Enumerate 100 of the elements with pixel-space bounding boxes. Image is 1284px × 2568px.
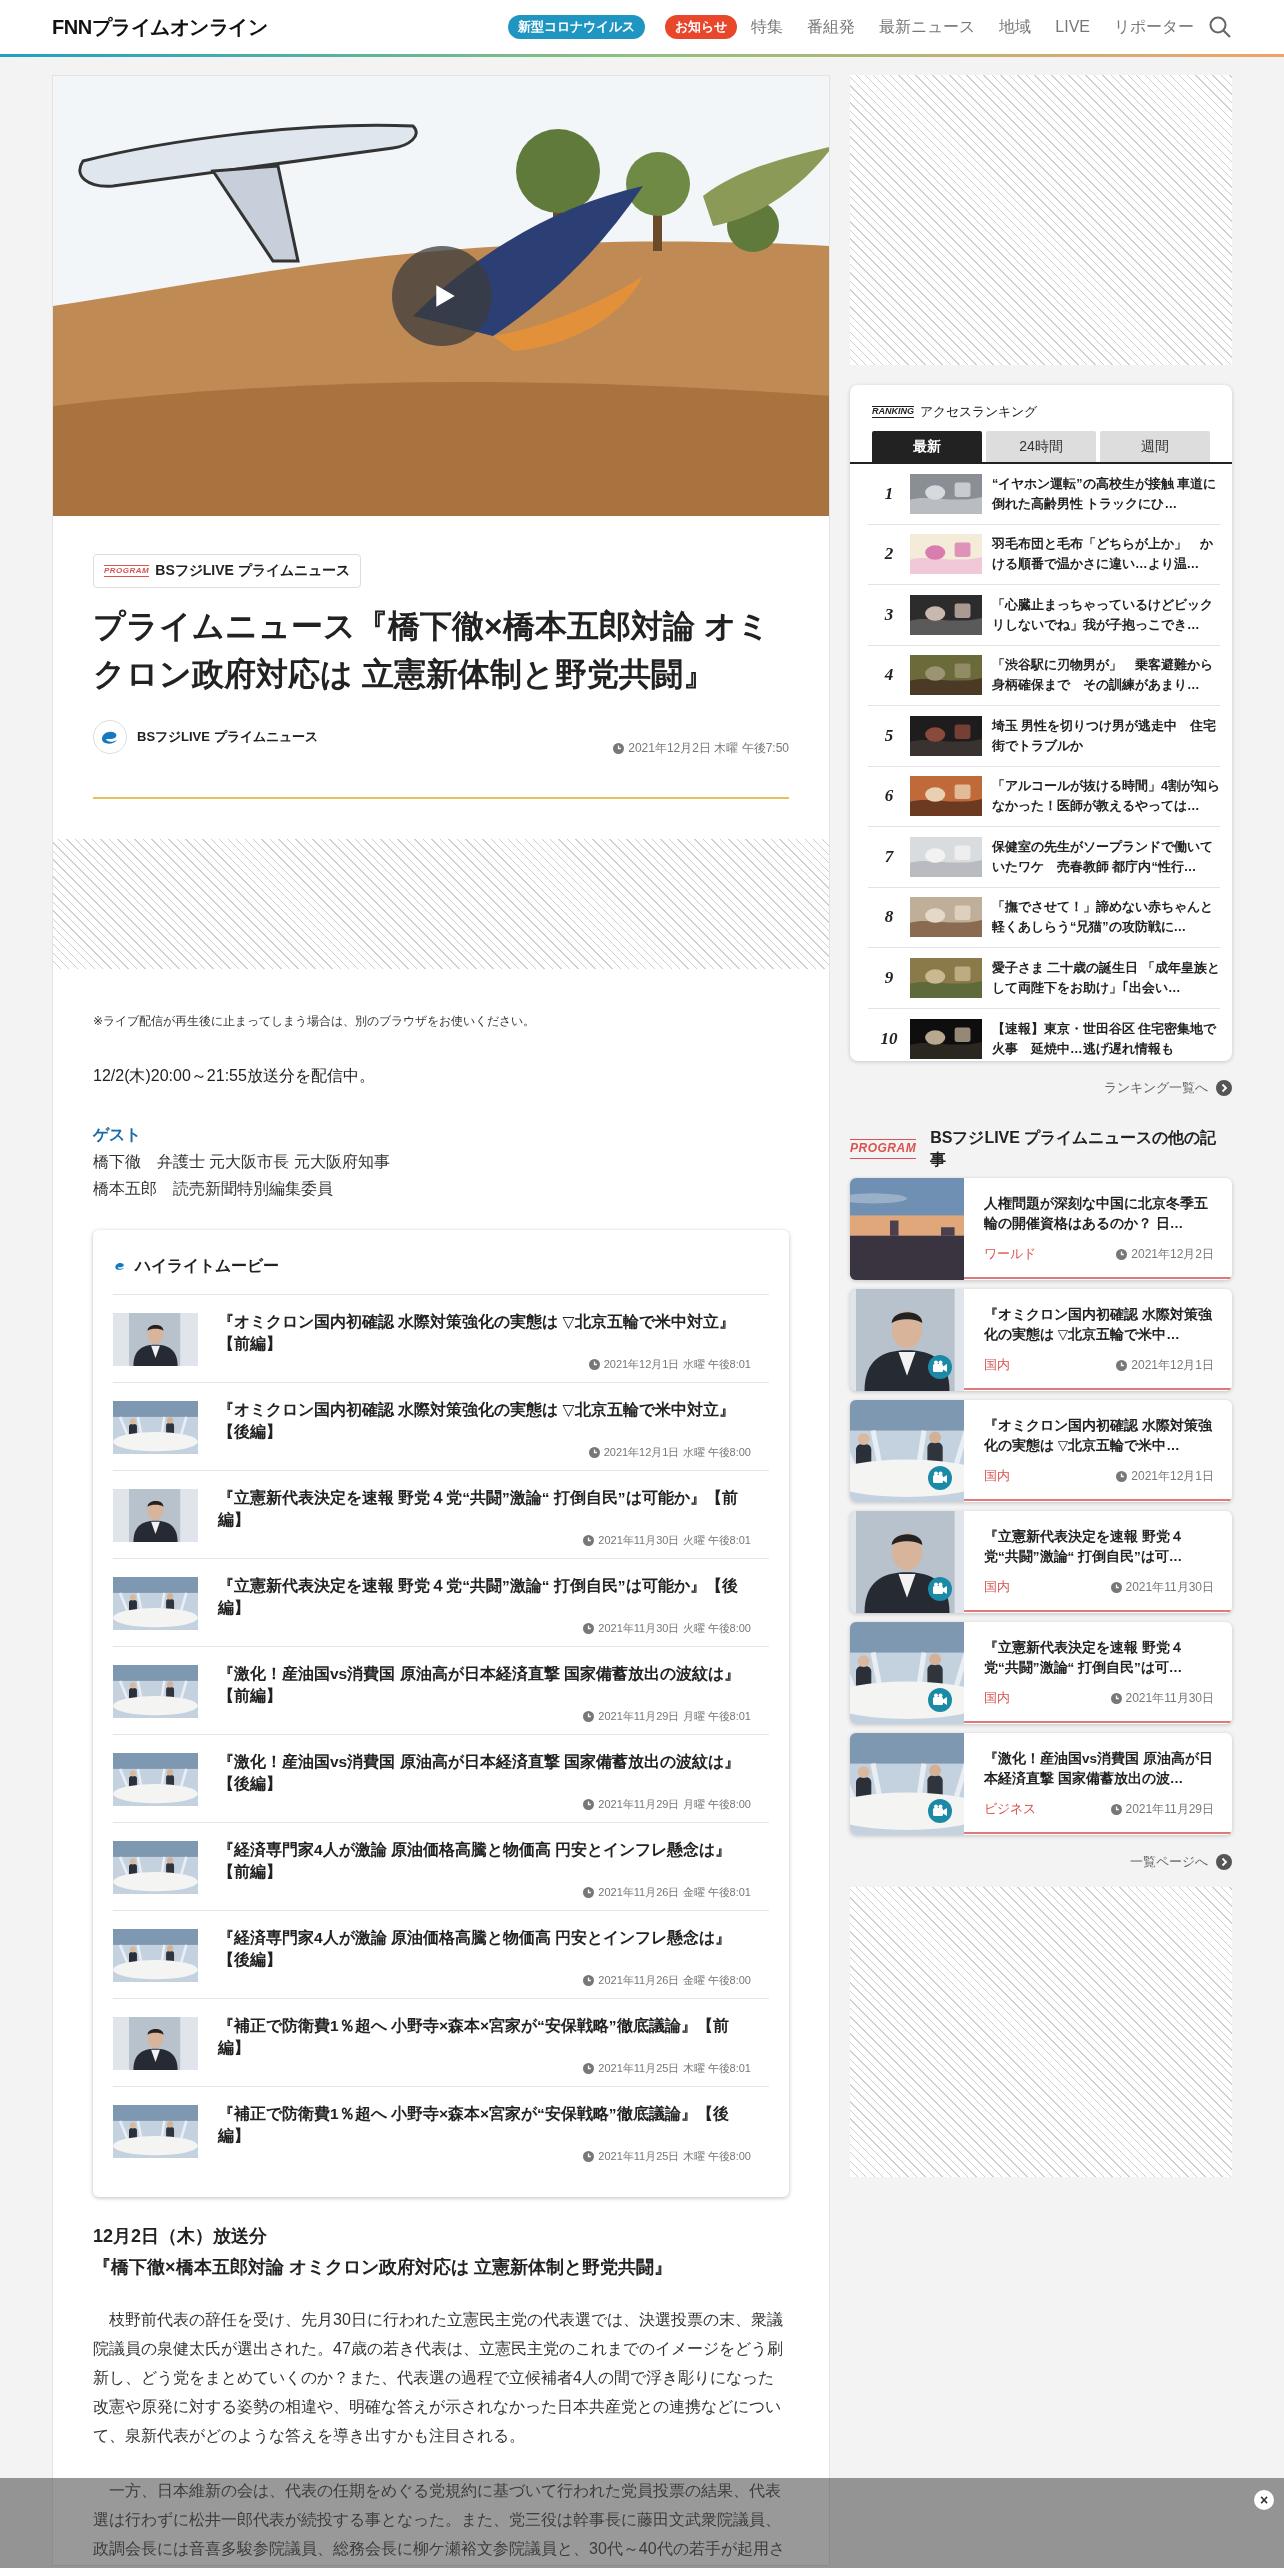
nav-link[interactable]: 地域 <box>999 16 1032 38</box>
article-card[interactable]: 『立憲新代表決定を速報 野党４党“共闘”激論“ 打倒自民”は可… 国内 2021年11月30日 <box>850 1511 1232 1613</box>
video-title: 『補正で防衛費1％超へ 小野寺×森本×宮家が“安保戦略”徹底議論』【後編】 <box>218 2104 730 2146</box>
ranking-item[interactable]: 6 「アルコールが抜ける時間」4割が知らなかった！医師が教えるやっては… <box>868 766 1220 827</box>
ranking-item[interactable]: 9 愛子さま 二十歳の誕生日 「成年皇族として両陛下をお助け」｢出会い… <box>868 948 1220 1009</box>
clock-icon <box>583 2151 595 2162</box>
chevron-icon <box>1216 1080 1232 1096</box>
clock-icon <box>1116 1359 1128 1371</box>
article-headline: 『オミクロン国内初確認 水際対策強化の実態は ▽北京五輪で米中… <box>984 1417 1213 1455</box>
video-title: 『経済専門家4人が激論 原油価格高騰と物価高 円安とインフレ懸念は』【後編】 <box>218 1928 733 1970</box>
more-link[interactable]: 一覧ページへ <box>1130 1853 1232 1871</box>
ranking-tab[interactable]: 最新 <box>872 431 982 462</box>
category-label: 国内 <box>984 1467 1010 1485</box>
highlight-item[interactable]: 『激化！産油国vs消費国 原油高が日本経済直撃 国家備蓄放出の波紋は』【前編】 2021年11月29日 月曜 午後8:01 <box>113 1647 769 1735</box>
category-label: 国内 <box>984 1578 1010 1596</box>
article-card[interactable]: 『オミクロン国内初確認 水際対策強化の実態は ▽北京五輪で米中… 国内 2021年12月1日 <box>850 1289 1232 1391</box>
topic-badge[interactable]: お知らせ <box>665 15 738 39</box>
broadcast-text: 12/2(木)20:00～21:55放送分を配信中。 <box>93 1066 376 1086</box>
video-date: 2021年11月26日 金曜 午後8:01 <box>598 1885 751 1900</box>
article-card[interactable]: 『激化！産油国vs消費国 原油高が日本経済直撃 国家備蓄放出の波… ビジネス 2021年11月29日 <box>850 1733 1232 1835</box>
highlight-item[interactable]: 『オミクロン国内初確認 水際対策強化の実態は ▽北京五輪で米中対立』【前編】 2021年12月1日 水曜 午後8:01 <box>113 1295 769 1383</box>
ranking-item[interactable]: 4 「渋谷駅に刃物男が」 乗客避難から身柄確保まで その訓練があまり… <box>868 645 1220 706</box>
video-date: 2021年11月25日 木曜 午後8:00 <box>598 2149 751 2164</box>
ranking-headline: 保健室の先生がソープランドで働いていたワケ 売春教師 都庁内“性行… <box>992 838 1214 876</box>
clock-icon <box>1116 1248 1128 1260</box>
nav-link[interactable]: 番組発 <box>807 16 856 38</box>
video-title: 『補正で防衛費1％超へ 小野寺×森本×宮家が“安保戦略”徹底議論』【前編】 <box>218 2016 730 2058</box>
guest-line: 橋本五郎 読売新聞特別編集委員 <box>93 1179 334 1199</box>
article-card[interactable]: 人権問題が深刻な中国に北京冬季五輪の開催資格はあるのか？ 日… ワールド 2021年12月2日 <box>850 1178 1232 1280</box>
ranking-tab[interactable]: 24時間 <box>986 431 1096 462</box>
clock-icon <box>588 1447 600 1458</box>
nav-link[interactable]: リポーター <box>1114 16 1194 38</box>
video-title: 『オミクロン国内初確認 水際対策強化の実態は ▽北京五輪で米中対立』【前編】 <box>218 1312 736 1354</box>
article-date: 2021年12月2日 <box>1131 1245 1214 1263</box>
nav-link[interactable]: LIVE <box>1055 18 1090 36</box>
ranking-item[interactable]: 10 【速報】東京・世田谷区 住宅密集地で火事 延焼中…逃げ遅れ情報も <box>868 1008 1220 1069</box>
highlight-item[interactable]: 『補正で防衛費1％超へ 小野寺×森本×宮家が“安保戦略”徹底議論』【前編】 2021年11月25日 木曜 午後8:01 <box>113 1999 769 2087</box>
ranking-headline: 「アルコールが抜ける時間」4割が知らなかった！医師が教えるやっては… <box>992 778 1220 816</box>
ranking-headline: “イヤホン運転”の高校生が接触 車道に倒れた高齢男性 トラックにひ… <box>992 475 1218 513</box>
site-logo[interactable]: FNNプライムオンライン <box>52 13 268 41</box>
guest-line: 橋下徹 弁護士 元大阪市長 元大阪府知事 <box>93 1152 391 1172</box>
article-card[interactable]: 『オミクロン国内初確認 水際対策強化の実態は ▽北京五輪で米中… 国内 2021年12月1日 <box>850 1400 1232 1502</box>
ranking-item[interactable]: 7 保健室の先生がソープランドで働いていたワケ 売春教師 都庁内“性行… <box>868 827 1220 888</box>
highlight-item[interactable]: 『経済専門家4人が激論 原油価格高騰と物価高 円安とインフレ懸念は』【前編】 2021年11月26日 金曜 午後8:01 <box>113 1823 769 1911</box>
close-button[interactable]: × <box>1254 2490 1274 2510</box>
rank-number: 8 <box>883 907 895 928</box>
ranking-item[interactable]: 1 “イヤホン運転”の高校生が接触 車道に倒れた高齢男性 トラックにひ… <box>868 464 1220 525</box>
video-date: 2021年11月30日 火曜 午後8:01 <box>598 1533 751 1548</box>
clock-icon <box>583 1975 595 1986</box>
rank-number: 5 <box>883 725 895 746</box>
ranking-headline: 「撫でさせて！」諦めない赤ちゃんと軽くあしらう“兄猫”の攻防戦に… <box>992 899 1214 937</box>
rank-number: 7 <box>883 846 895 867</box>
clock-icon <box>1116 1470 1128 1482</box>
clock-icon <box>588 1359 600 1370</box>
section-heading: 12月2日（木）放送分 <box>93 2225 269 2248</box>
clock-icon <box>613 743 625 754</box>
rank-number: 4 <box>883 665 895 686</box>
article-title: プライムニュース『橋下徹×橋本五郎対論 オミクロン政府対応は 立憲新体制と野党共闘』 <box>93 607 771 694</box>
category-label: 国内 <box>984 1356 1010 1374</box>
ranking-headline: 【速報】東京・世田谷区 住宅密集地で火事 延焼中…逃げ遅れ情報も <box>992 1020 1218 1058</box>
more-link[interactable]: ランキング一覧へ <box>1104 1079 1232 1097</box>
guest-heading: ゲスト <box>93 1125 142 1145</box>
highlight-item[interactable]: 『立憲新代表決定を速報 野党４党“共闘”激論“ 打倒自民”は可能か』【前編】 2021年11月30日 火曜 午後8:01 <box>113 1471 769 1559</box>
highlight-item[interactable]: 『補正で防衛費1％超へ 小野寺×森本×宮家が“安保戦略”徹底議論』【後編】 2021年11月25日 木曜 午後8:00 <box>113 2087 769 2175</box>
program-badge: PROGRAM <box>850 1139 917 1159</box>
nav-link[interactable]: 最新ニュース <box>879 16 976 38</box>
nav-link[interactable]: 特集 <box>751 16 784 38</box>
rank-number: 10 <box>879 1028 899 1049</box>
chevron-icon <box>1216 1854 1232 1870</box>
ranking-item[interactable]: 8 「撫でさせて！」諦めない赤ちゃんと軽くあしらう“兄猫”の攻防戦に… <box>868 887 1220 948</box>
video-date: 2021年11月29日 月曜 午後8:01 <box>598 1709 751 1724</box>
rank-number: 9 <box>883 967 895 988</box>
play-icon <box>433 283 456 309</box>
ranking-title: アクセスランキング <box>920 403 1037 421</box>
clock-icon <box>1110 1581 1122 1593</box>
video-date: 2021年11月29日 月曜 午後8:00 <box>598 1797 751 1812</box>
highlight-item[interactable]: 『オミクロン国内初確認 水際対策強化の実態は ▽北京五輪で米中対立』【後編】 2021年12月1日 水曜 午後8:00 <box>113 1383 769 1471</box>
clock-icon <box>583 1535 595 1546</box>
article-card[interactable]: 『立憲新代表決定を速報 野党４党“共闘”激論“ 打倒自民”は可… 国内 2021年11月30日 <box>850 1622 1232 1724</box>
article-headline: 『オミクロン国内初確認 水際対策強化の実態は ▽北京五輪で米中… <box>984 1306 1213 1344</box>
highlight-item[interactable]: 『立憲新代表決定を速報 野党４党“共闘”激論“ 打倒自民”は可能か』【後編】 2021年11月30日 火曜 午後8:00 <box>113 1559 769 1647</box>
search-icon[interactable] <box>1208 15 1232 39</box>
ranking-item[interactable]: 5 埼玉 男性を切りつけ男が逃走中 住宅街でトラブルか <box>868 706 1220 767</box>
video-title: 『経済専門家4人が激論 原油価格高騰と物価高 円安とインフレ懸念は』【前編】 <box>218 1840 733 1882</box>
ranking-item[interactable]: 3 「心臓止まっちゃっているけどビックリしないでね」我が子抱っこでき… <box>868 585 1220 646</box>
ranking-tab[interactable]: 週間 <box>1100 431 1210 462</box>
highlight-item[interactable]: 『激化！産油国vs消費国 原油高が日本経済直撃 国家備蓄放出の波紋は』【後編】 2021年11月29日 月曜 午後8:00 <box>113 1735 769 1823</box>
video-date: 2021年12月1日 水曜 午後8:00 <box>603 1445 751 1460</box>
clock-icon <box>1110 1803 1122 1815</box>
author-name[interactable]: BSフジLIVE プライムニュース <box>137 728 318 746</box>
clock-icon <box>583 1887 595 1898</box>
program-tag[interactable]: PROGRAM BSフジLIVE プライムニュース <box>93 554 361 588</box>
ranking-item[interactable]: 2 羽毛布団と毛布「どちらが上か」 かける順番で温かさに違い…より温… <box>868 524 1220 585</box>
video-date: 2021年12月1日 水曜 午後8:01 <box>603 1357 751 1372</box>
video-date: 2021年11月25日 木曜 午後8:01 <box>598 2061 751 2076</box>
clock-icon <box>583 1711 595 1722</box>
highlight-item[interactable]: 『経済専門家4人が激論 原油価格高騰と物価高 円安とインフレ懸念は』【後編】 2021年11月26日 金曜 午後8:00 <box>113 1911 769 1999</box>
article-headline: 『激化！産油国vs消費国 原油高が日本経済直撃 国家備蓄放出の波… <box>984 1750 1214 1788</box>
category-label: ワールド <box>984 1245 1036 1263</box>
video-title: 『立憲新代表決定を速報 野党４党“共闘”激論“ 打倒自民”は可能か』【前編】 <box>218 1488 739 1530</box>
